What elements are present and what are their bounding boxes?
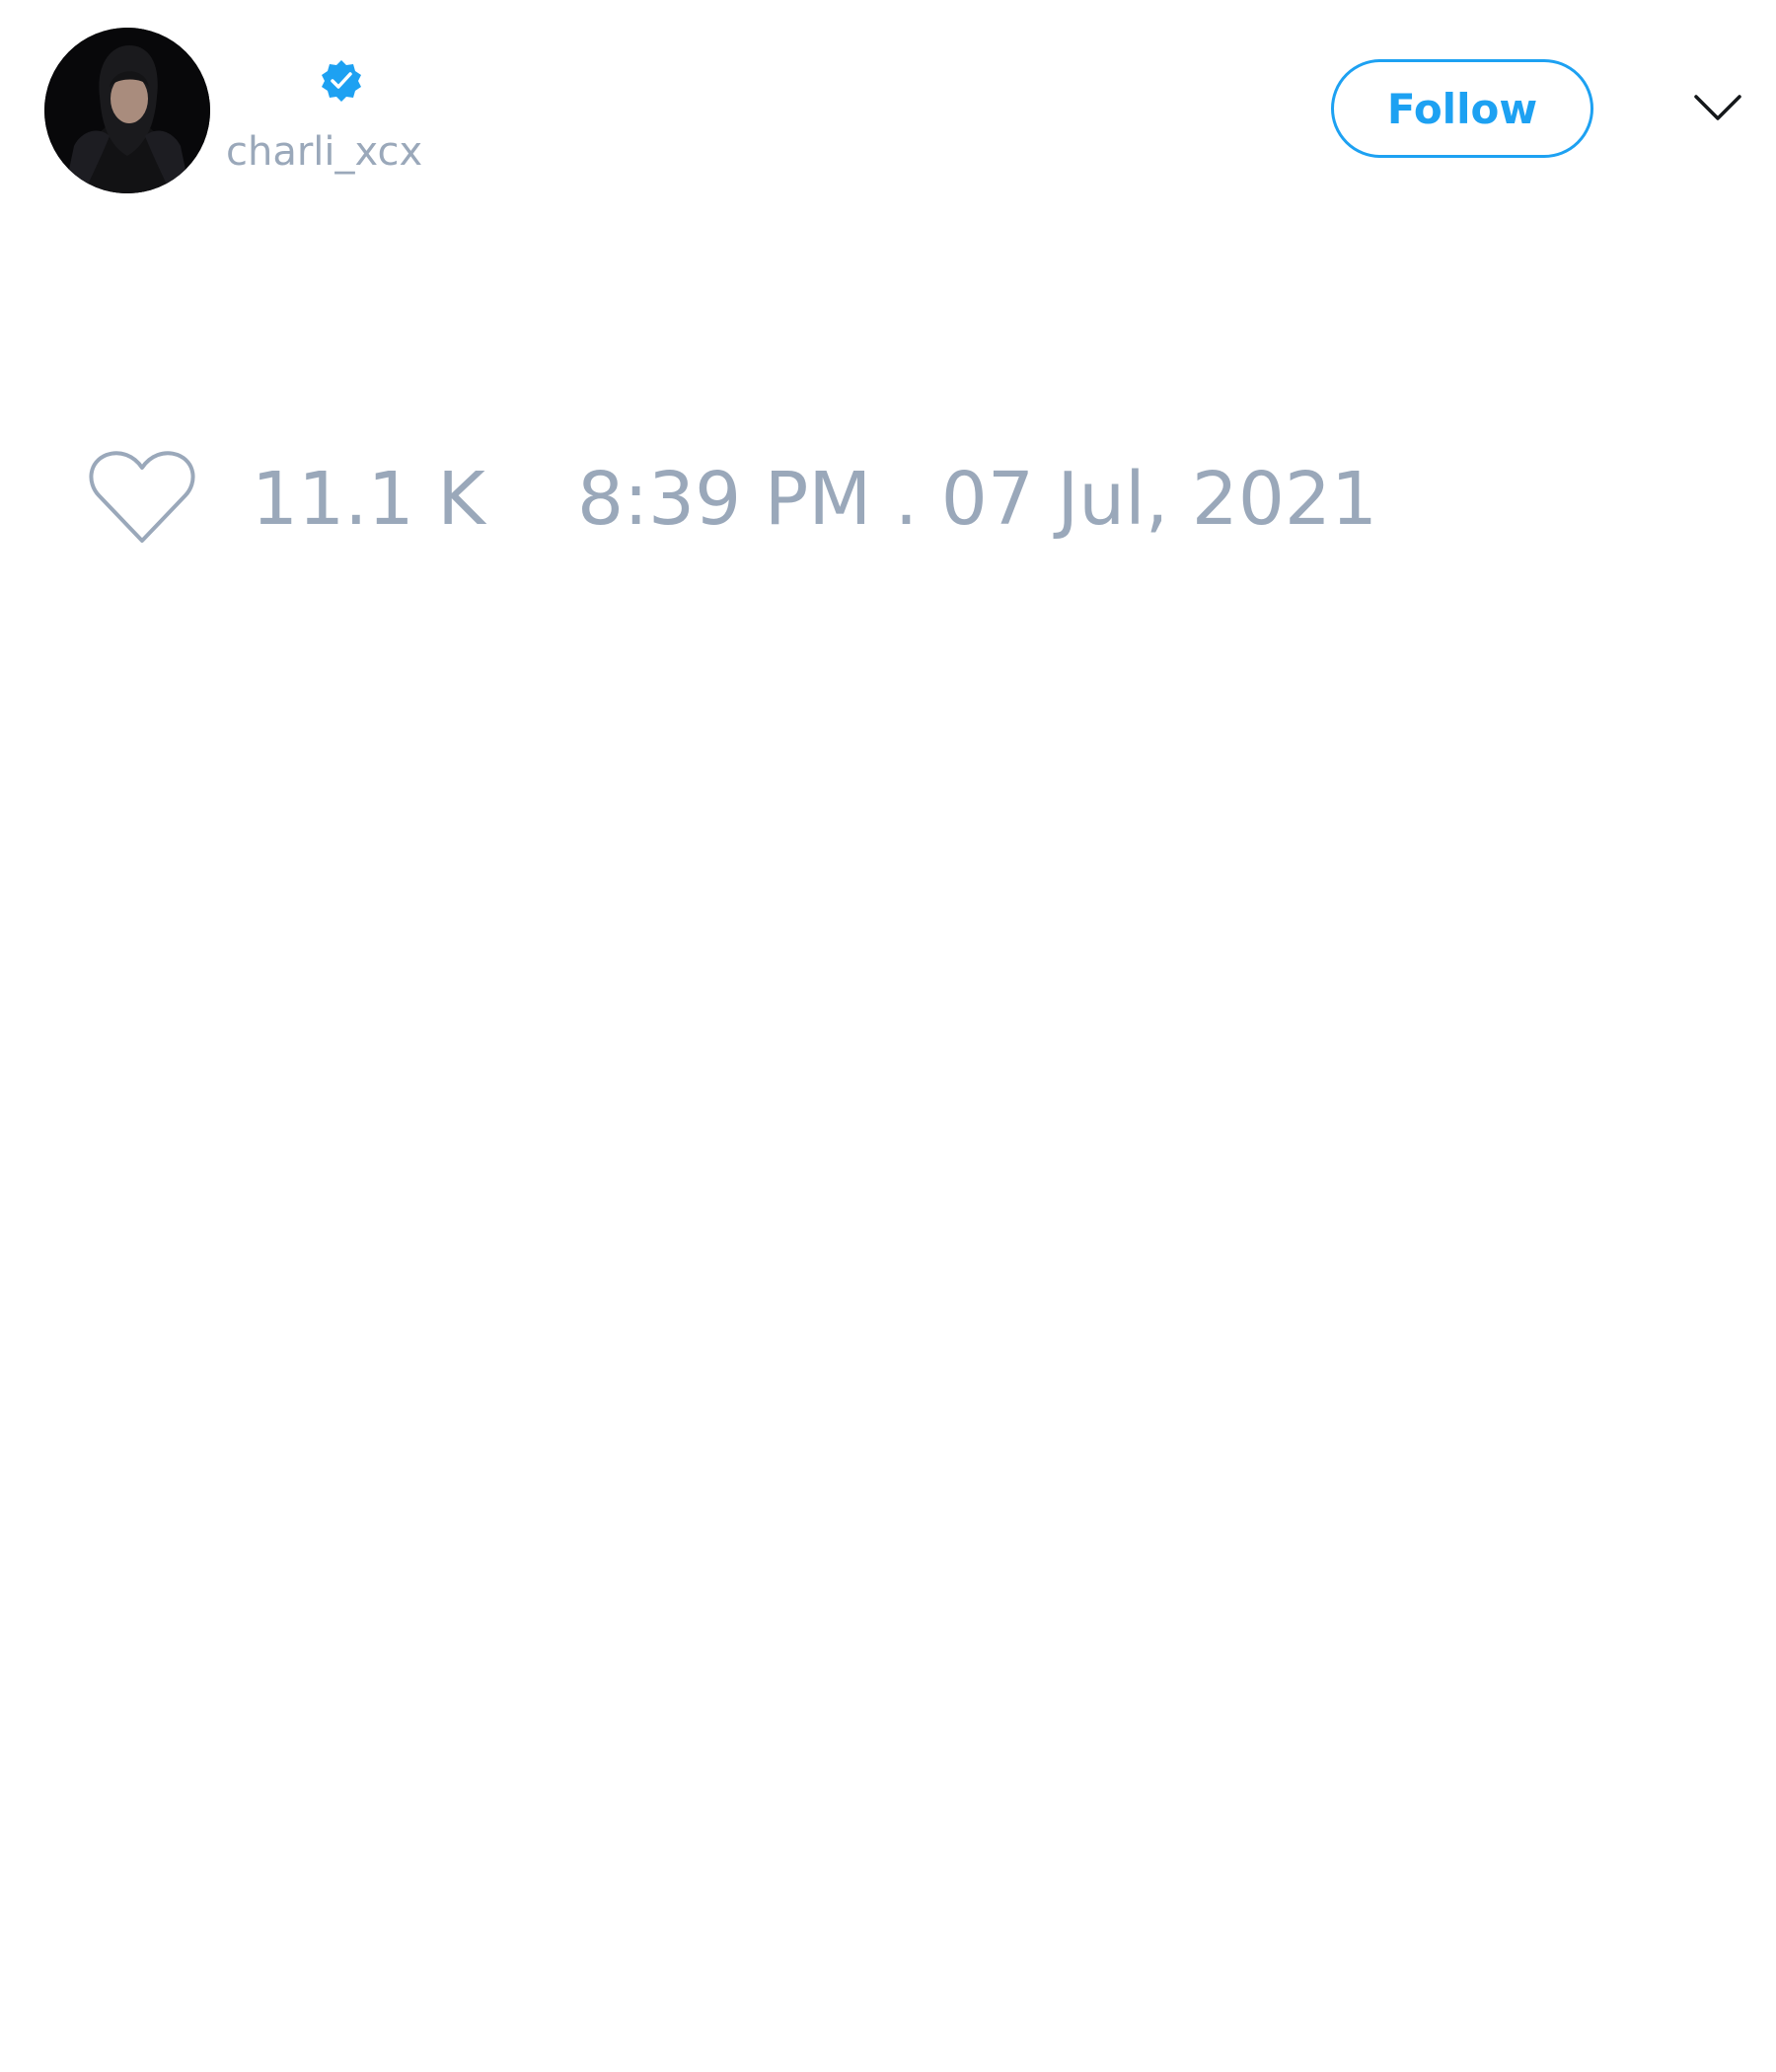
tweet-stats: 11.1 K 8:39 PM . 07 Jul, 2021: [0, 434, 1776, 562]
verified-badge-icon: [322, 60, 361, 102]
tweet-header: charli_xcx Follow: [0, 0, 1776, 197]
avatar[interactable]: [44, 28, 210, 193]
heart-outline-icon[interactable]: [87, 448, 197, 547]
like-count: 11.1 K: [252, 457, 485, 542]
follow-button[interactable]: Follow: [1331, 59, 1593, 158]
author-handle[interactable]: charli_xcx: [226, 126, 422, 178]
tweet-timestamp[interactable]: 8:39 PM . 07 Jul, 2021: [577, 452, 1377, 547]
avatar-image: [44, 28, 210, 193]
chevron-down-icon[interactable]: [1693, 91, 1742, 126]
